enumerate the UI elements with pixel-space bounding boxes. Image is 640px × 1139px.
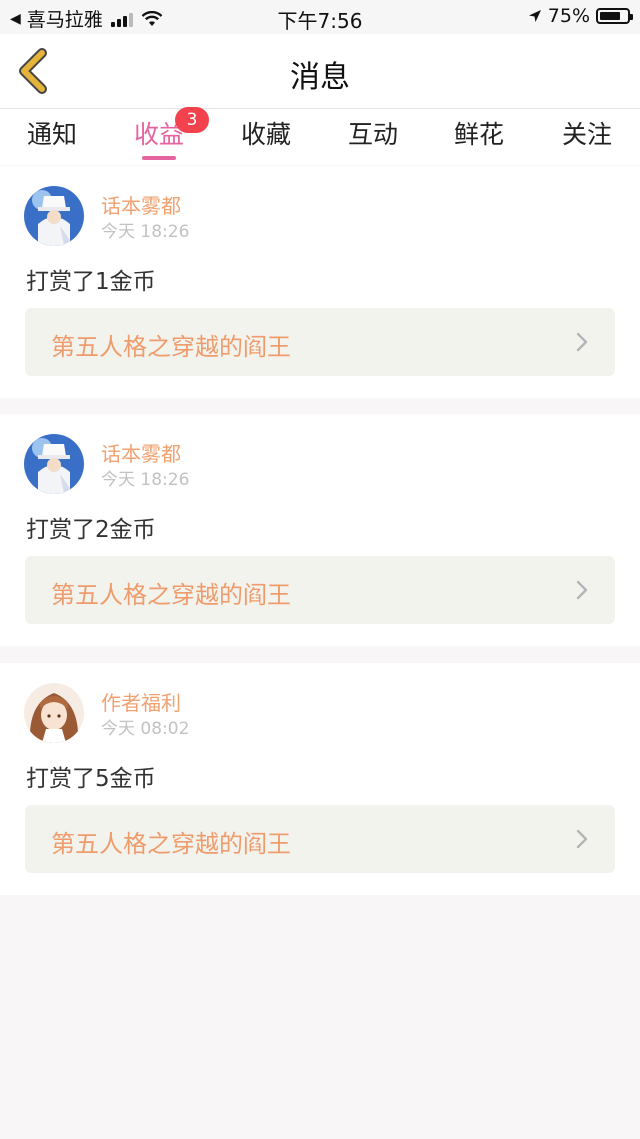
user-avatar-image <box>24 683 84 743</box>
tab-bar: 通知 收益 3 收藏 互动 鲜花 关注 <box>0 107 640 165</box>
message-card: 作者福利 今天 08:02 打赏了5金币 第五人格之穿越的阎王 <box>0 663 640 895</box>
book-title: 第五人格之穿越的阎王 <box>51 333 291 361</box>
book-title: 第五人格之穿越的阎王 <box>51 581 291 609</box>
unread-badge: 3 <box>175 107 209 133</box>
book-link[interactable]: 第五人格之穿越的阎王 <box>25 308 615 376</box>
book-link[interactable]: 第五人格之穿越的阎王 <box>25 556 615 624</box>
avatar[interactable] <box>24 683 84 743</box>
status-bar: ◀ 喜马拉雅 下午7:56 75% <box>0 0 640 34</box>
location-arrow-icon <box>528 10 541 22</box>
message-card: 话本雾都 今天 18:26 打赏了1金币 第五人格之穿越的阎王 <box>0 166 640 398</box>
user-avatar-image <box>24 186 84 246</box>
tab-interaction[interactable]: 互动 <box>333 115 413 151</box>
book-link[interactable]: 第五人格之穿越的阎王 <box>25 805 615 873</box>
user-avatar-image <box>24 434 84 494</box>
active-tab-indicator <box>142 156 176 160</box>
tab-flowers[interactable]: 鲜花 <box>439 115 519 151</box>
book-title: 第五人格之穿越的阎王 <box>51 830 291 858</box>
battery-percent: 75% <box>547 5 590 27</box>
tab-favorites[interactable]: 收藏 <box>226 115 306 151</box>
tab-notice[interactable]: 通知 <box>12 115 92 151</box>
user-name[interactable]: 话本雾都 <box>101 438 181 467</box>
battery-cap <box>630 14 633 20</box>
chevron-right-icon <box>576 332 588 352</box>
message-time: 今天 18:26 <box>101 470 190 490</box>
message-card: 话本雾都 今天 18:26 打赏了2金币 第五人格之穿越的阎王 <box>0 414 640 646</box>
avatar[interactable] <box>24 186 84 246</box>
avatar[interactable] <box>24 434 84 494</box>
nav-bar: 消息 <box>0 34 640 109</box>
reward-text: 打赏了1金币 <box>26 269 156 295</box>
tab-label: 通知 <box>26 120 77 149</box>
tab-follow[interactable]: 关注 <box>547 115 627 151</box>
tab-label: 收藏 <box>240 120 291 149</box>
user-name[interactable]: 话本雾都 <box>101 190 181 219</box>
battery-fill <box>600 12 620 20</box>
tab-label: 关注 <box>561 120 612 149</box>
user-name[interactable]: 作者福利 <box>101 687 181 716</box>
battery-icon <box>596 8 633 24</box>
tab-label: 互动 <box>347 120 398 149</box>
status-right: 75% <box>528 5 633 27</box>
reward-text: 打赏了5金币 <box>26 766 156 792</box>
message-time: 今天 08:02 <box>101 719 190 739</box>
tab-label: 鲜花 <box>453 120 504 149</box>
tab-earnings[interactable]: 收益 3 <box>119 107 209 160</box>
reward-text: 打赏了2金币 <box>26 517 156 543</box>
chevron-right-icon <box>576 829 588 849</box>
page-title: 消息 <box>290 60 350 95</box>
chevron-right-icon <box>576 580 588 600</box>
message-time: 今天 18:26 <box>101 222 190 242</box>
